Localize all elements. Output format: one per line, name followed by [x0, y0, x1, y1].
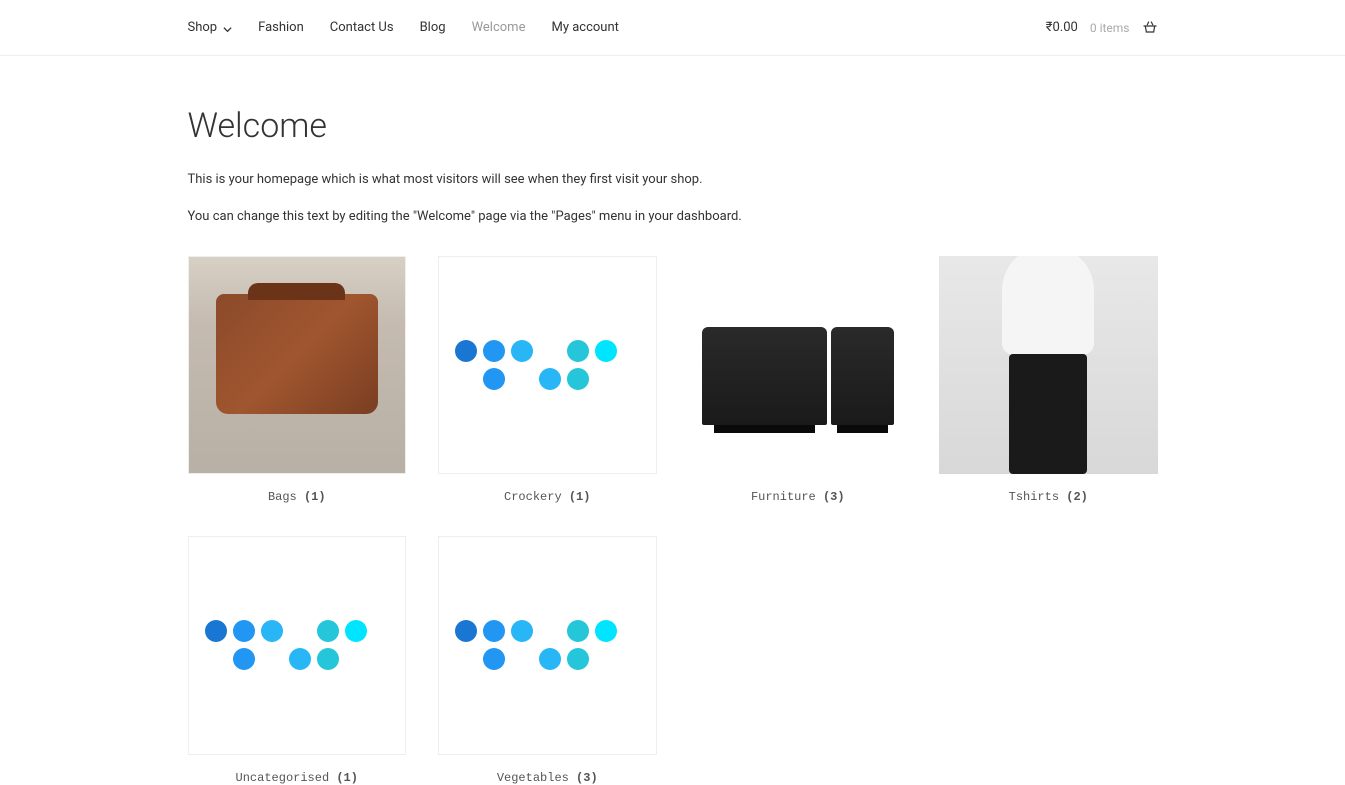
category-image: [188, 256, 407, 475]
chevron-down-icon: [223, 23, 232, 32]
category-name: Furniture: [751, 490, 816, 504]
category-count: (3): [823, 490, 845, 504]
intro-text-1: This is your homepage which is what most…: [188, 170, 1158, 191]
category-count: (3): [576, 771, 598, 785]
placeholder-dots: [205, 620, 389, 670]
category-name: Vegetables: [497, 771, 569, 785]
category-label: Vegetables (3): [438, 771, 657, 785]
category-label: Tshirts (2): [939, 490, 1158, 504]
page-title: Welcome: [188, 106, 1158, 146]
category-tshirts[interactable]: Tshirts (2): [939, 256, 1158, 505]
nav-blog[interactable]: Blog: [420, 20, 446, 35]
category-label: Crockery (1): [438, 490, 657, 504]
category-crockery[interactable]: Crockery (1): [438, 256, 657, 505]
category-name: Bags: [268, 490, 297, 504]
nav-blog-label: Blog: [420, 20, 446, 35]
main-nav: Shop Fashion Contact Us Blog Welcome My …: [188, 20, 619, 35]
nav-shop[interactable]: Shop: [188, 20, 233, 35]
category-image: [689, 256, 908, 475]
category-count: (1): [336, 771, 358, 785]
main-content: Welcome This is your homepage which is w…: [168, 56, 1178, 785]
category-image: [939, 256, 1158, 475]
nav-contact-us-label: Contact Us: [330, 20, 394, 35]
nav-welcome[interactable]: Welcome: [472, 20, 526, 35]
cart-price: ₹0.00: [1046, 20, 1078, 35]
header: Shop Fashion Contact Us Blog Welcome My …: [0, 0, 1345, 56]
nav-shop-label: Shop: [188, 20, 218, 35]
category-name: Crockery: [504, 490, 562, 504]
category-label: Bags (1): [188, 490, 407, 504]
cart-widget[interactable]: ₹0.00 0 items: [1046, 20, 1158, 36]
nav-contact-us[interactable]: Contact Us: [330, 20, 394, 35]
category-bags[interactable]: Bags (1): [188, 256, 407, 505]
placeholder-dots: [455, 620, 639, 670]
nav-my-account-label: My account: [551, 20, 618, 35]
category-label: Uncategorised (1): [188, 771, 407, 785]
nav-welcome-label: Welcome: [472, 20, 526, 35]
category-label: Furniture (3): [689, 490, 908, 504]
nav-fashion-label: Fashion: [258, 20, 304, 35]
category-count: (1): [569, 490, 591, 504]
nav-my-account[interactable]: My account: [551, 20, 618, 35]
categories-grid: Bags (1) Crockery (1) Furniture (: [188, 256, 1158, 785]
category-uncategorised[interactable]: Uncategorised (1): [188, 536, 407, 785]
category-image: [438, 536, 657, 755]
category-name: Tshirts: [1009, 490, 1059, 504]
category-image: [438, 256, 657, 475]
placeholder-dots: [455, 340, 639, 390]
category-count: (1): [304, 490, 326, 504]
category-name: Uncategorised: [236, 771, 330, 785]
category-furniture[interactable]: Furniture (3): [689, 256, 908, 505]
nav-fashion[interactable]: Fashion: [258, 20, 304, 35]
basket-icon: [1142, 20, 1158, 36]
intro-text-2: You can change this text by editing the …: [188, 207, 1158, 228]
cart-item-count: 0 items: [1090, 21, 1130, 35]
category-image: [188, 536, 407, 755]
category-vegetables[interactable]: Vegetables (3): [438, 536, 657, 785]
category-count: (2): [1066, 490, 1088, 504]
